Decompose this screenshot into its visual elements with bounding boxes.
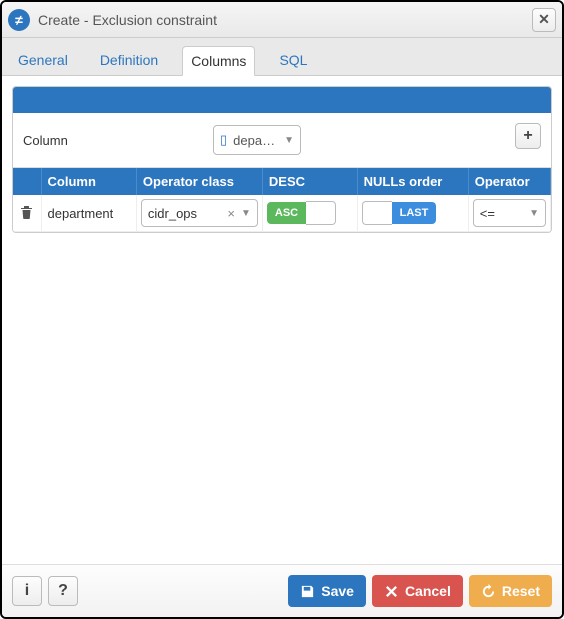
- add-column-button[interactable]: +: [515, 123, 541, 149]
- dialog-create-exclusion: ≠ Create - Exclusion constraint ✕ Genera…: [0, 0, 564, 619]
- close-icon: ✕: [538, 11, 550, 28]
- cell-column-value: department: [46, 202, 132, 225]
- chevron-down-icon: ▼: [529, 208, 539, 219]
- tab-columns[interactable]: Columns: [182, 46, 255, 76]
- desc-toggle-label: ASC: [267, 202, 306, 224]
- operator-class-select[interactable]: cidr_ops × ▼: [141, 199, 258, 227]
- tab-sql[interactable]: SQL: [271, 46, 315, 75]
- nulls-toggle[interactable]: LAST: [362, 201, 464, 225]
- save-button-label: Save: [321, 583, 354, 599]
- toggle-knob: [362, 201, 392, 225]
- tab-general[interactable]: General: [10, 46, 76, 75]
- tab-bar: General Definition Columns SQL: [2, 38, 562, 76]
- toggle-knob: [306, 201, 336, 225]
- cell-opclass: cidr_ops × ▼: [136, 195, 262, 232]
- nulls-toggle-label: LAST: [392, 202, 437, 224]
- close-button[interactable]: ✕: [532, 8, 556, 32]
- question-icon: ?: [58, 582, 68, 600]
- trash-icon: [20, 205, 33, 219]
- operator-class-value: cidr_ops: [148, 206, 222, 221]
- dialog-title: Create - Exclusion constraint: [38, 12, 532, 28]
- tab-body: Column ▯ depa… ▼ + Column Operator class: [2, 76, 562, 564]
- operator-select[interactable]: <= ▼: [473, 199, 546, 227]
- columns-grid: Column Operator class DESC NULLs order O…: [13, 168, 551, 232]
- columns-panel: Column ▯ depa… ▼ + Column Operator class: [12, 86, 552, 233]
- reset-button-label: Reset: [502, 583, 540, 599]
- grid-header-actions: [13, 168, 41, 195]
- reset-icon: [481, 584, 496, 599]
- cancel-icon: [384, 584, 399, 599]
- operator-value: <=: [480, 206, 523, 221]
- cell-column: department: [41, 195, 136, 232]
- column-icon: ▯: [220, 132, 227, 148]
- column-select[interactable]: ▯ depa… ▼: [213, 125, 301, 155]
- desc-toggle[interactable]: ASC: [267, 201, 353, 225]
- delete-row-button[interactable]: [13, 195, 41, 232]
- grid-header-nulls: NULLs order: [357, 168, 468, 195]
- cancel-button[interactable]: Cancel: [372, 575, 463, 607]
- clear-icon[interactable]: ×: [227, 206, 235, 221]
- save-icon: [300, 584, 315, 599]
- reset-button[interactable]: Reset: [469, 575, 552, 607]
- info-button[interactable]: i: [12, 576, 42, 606]
- dialog-footer: i ? Save Cancel Reset: [2, 564, 562, 617]
- column-picker-label: Column: [23, 133, 213, 148]
- tab-definition[interactable]: Definition: [92, 46, 166, 75]
- save-button[interactable]: Save: [288, 575, 366, 607]
- app-icon: ≠: [8, 9, 30, 31]
- chevron-down-icon: ▼: [284, 135, 294, 146]
- chevron-down-icon: ▼: [241, 208, 251, 219]
- info-icon: i: [25, 582, 29, 600]
- column-picker-row: Column ▯ depa… ▼ +: [13, 113, 551, 168]
- column-select-value: depa…: [233, 133, 278, 148]
- titlebar: ≠ Create - Exclusion constraint ✕: [2, 2, 562, 38]
- cell-nulls: LAST: [357, 195, 468, 232]
- grid-header-column: Column: [41, 168, 136, 195]
- grid-header-operator: Operator: [468, 168, 550, 195]
- panel-header-bar: [13, 87, 551, 113]
- grid-header-desc: DESC: [262, 168, 357, 195]
- cell-desc: ASC: [262, 195, 357, 232]
- help-button[interactable]: ?: [48, 576, 78, 606]
- cancel-button-label: Cancel: [405, 583, 451, 599]
- cell-operator: <= ▼: [468, 195, 550, 232]
- grid-header-opclass: Operator class: [136, 168, 262, 195]
- table-row: department cidr_ops × ▼ ASC: [13, 195, 551, 232]
- plus-icon: +: [523, 127, 532, 145]
